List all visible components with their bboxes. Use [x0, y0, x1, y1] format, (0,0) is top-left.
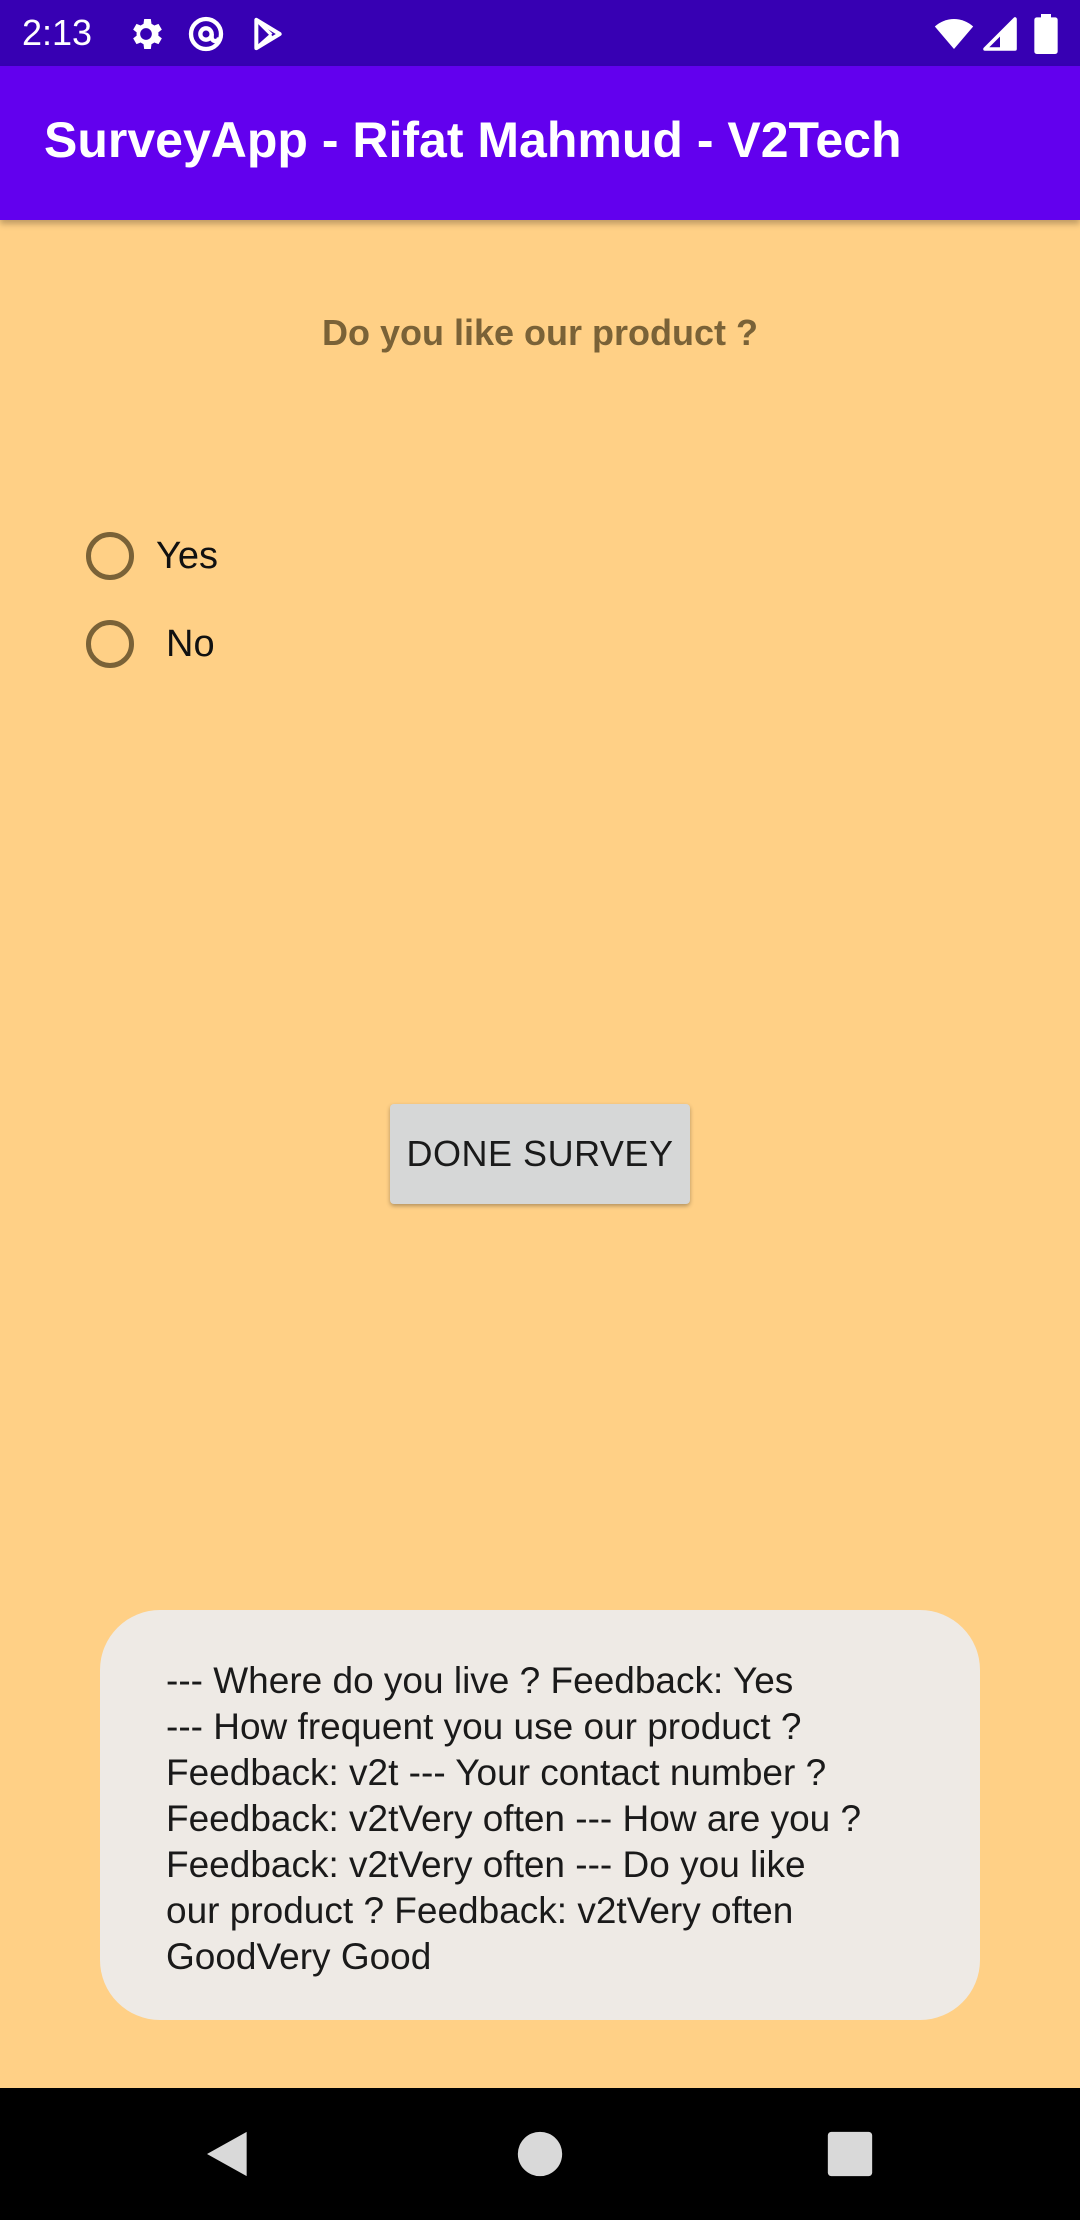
radio-button-yes[interactable] — [86, 532, 134, 580]
done-survey-button[interactable]: DONE SURVEY — [390, 1104, 690, 1204]
feedback-toast: --- Where do you live ? Feedback: Yes --… — [100, 1610, 980, 2020]
survey-screen: 2:13 SurveyApp - Rifat Mahmud - V2Tech D… — [0, 0, 1080, 2220]
navigation-bar — [0, 2088, 1080, 2220]
status-time: 2:13 — [22, 12, 93, 53]
wifi-icon — [932, 14, 976, 54]
signal-icon — [982, 14, 1018, 54]
toast-message: --- Where do you live ? Feedback: Yes --… — [166, 1660, 862, 1977]
app-bar: SurveyApp - Rifat Mahmud - V2Tech — [0, 66, 1080, 220]
gear-icon — [126, 14, 166, 54]
at-sign-icon — [186, 14, 226, 54]
radio-button-no[interactable] — [86, 620, 134, 668]
radio-label-no: No — [166, 622, 215, 665]
home-icon[interactable] — [512, 2126, 568, 2182]
survey-question: Do you like our product ? — [321, 312, 758, 353]
battery-icon — [1034, 14, 1058, 54]
status-bar: 2:13 — [0, 0, 1080, 66]
play-store-icon — [248, 14, 288, 54]
radio-label-yes: Yes — [156, 534, 218, 577]
app-title: SurveyApp - Rifat Mahmud - V2Tech — [44, 112, 902, 168]
recents-icon[interactable] — [822, 2126, 878, 2182]
back-icon[interactable] — [200, 2126, 256, 2182]
radio-option-yes[interactable]: Yes — [86, 524, 218, 588]
radio-option-no[interactable]: No — [86, 612, 215, 676]
